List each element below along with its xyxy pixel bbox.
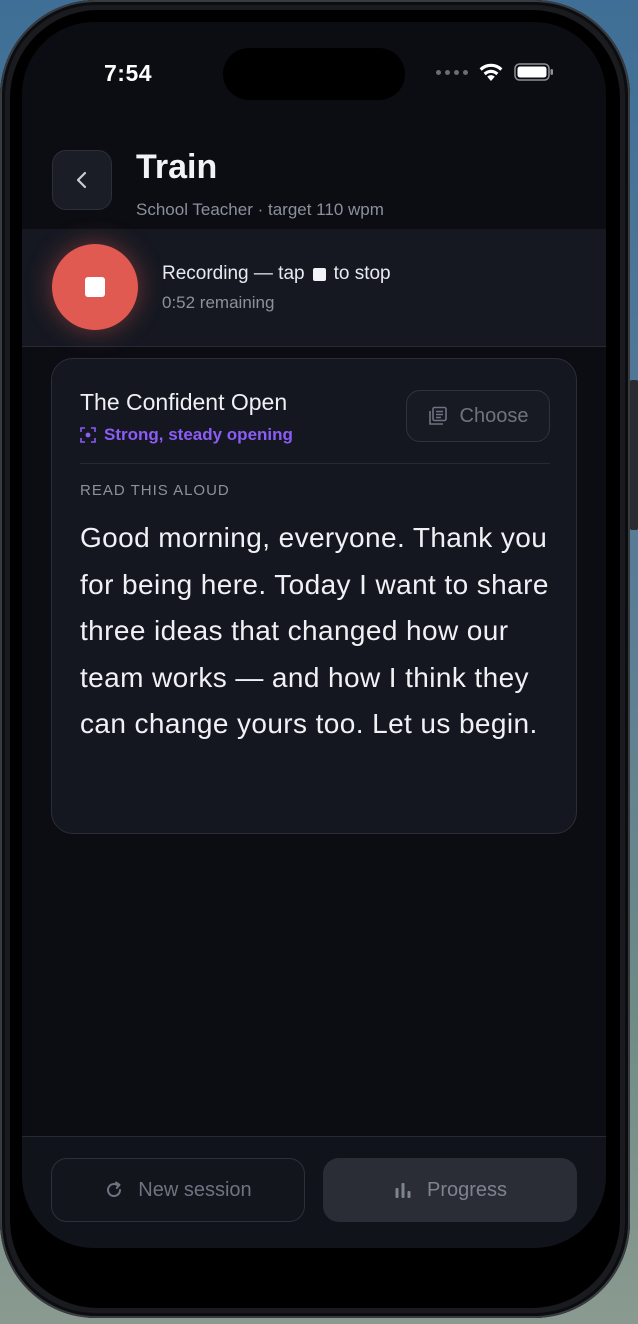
script-tag: Strong, steady opening (80, 425, 293, 445)
script-title: The Confident Open (80, 389, 288, 415)
recording-label: Recording — tap (162, 263, 305, 284)
page-title: Train (136, 148, 218, 186)
battery-icon (514, 63, 553, 81)
focus-icon (80, 427, 96, 443)
back-button[interactable] (52, 150, 112, 210)
progress-button[interactable]: Progress (323, 1158, 577, 1222)
card-divider (80, 463, 550, 464)
choose-label: Choose (459, 404, 529, 427)
recording-status: Recording — tap to stop (162, 263, 391, 285)
stop-icon (85, 277, 105, 297)
page-subtitle: School Teacher · target 110 wpm (136, 200, 384, 219)
status-time: 7:54 (104, 60, 153, 86)
status-icons (436, 62, 554, 82)
choose-button[interactable]: Choose (406, 390, 550, 442)
new-session-label: New session (138, 1178, 252, 1201)
new-session-button[interactable]: New session (51, 1158, 305, 1222)
script-tag-label: Strong, steady opening (104, 425, 293, 444)
bar-chart-icon (395, 1183, 411, 1198)
chevron-left-icon (76, 171, 87, 189)
app-screen: 7:54 Train School Teacher · target 110 w… (22, 22, 606, 1248)
section-label: READ THIS ALOUD (80, 482, 230, 499)
stop-recording-button[interactable] (52, 244, 138, 330)
progress-label: Progress (426, 1178, 508, 1201)
library-icon (428, 406, 447, 425)
stop-icon (312, 267, 326, 281)
cellular-signal-icon (436, 69, 468, 75)
script-card: The Confident Open Strong, steady openin… (51, 358, 577, 834)
recording-label-end: to stop (333, 263, 391, 284)
bottom-action-bar: New session Progress (22, 1136, 606, 1248)
wifi-icon (479, 63, 503, 81)
dynamic-island (223, 48, 405, 100)
script-text: Good morning, everyone. Thank you for be… (80, 522, 549, 739)
side-button (630, 380, 638, 530)
time-remaining: 0:52 remaining (162, 293, 275, 312)
refresh-icon (107, 1181, 122, 1197)
recording-bar: Recording — tap to stop 0:52 remaining (22, 229, 606, 347)
